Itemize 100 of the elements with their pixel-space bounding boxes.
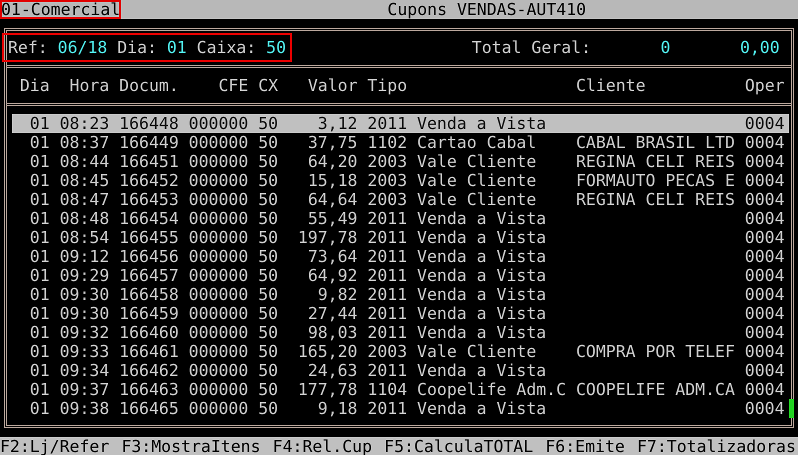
total-count: 0 (660, 38, 670, 57)
table-cell: 166457 (119, 266, 179, 285)
table-cell: 2011 (367, 361, 408, 380)
table-cell-text: Venda a Vista (417, 209, 548, 228)
table-cell: 01 (30, 399, 50, 418)
table-cell-text: Venda a Vista (417, 304, 548, 323)
table-row[interactable]: 01 09:34 166462 000000 50 24,63 2011 Venda a Vista 0004 (12, 361, 789, 380)
table-cell: 50 (258, 304, 278, 323)
table-cell: 01 (30, 152, 50, 171)
table-cell: 01 (30, 380, 50, 399)
table-row[interactable]: 01 09:33 166461 000000 50 165,20 2003 Vale Cliente COMPRA POR TELEF 0004 (12, 342, 789, 361)
table-row[interactable]: 01 08:48 166454 000000 50 55,49 2011 Venda a Vista 0004 (12, 209, 789, 228)
table-cell: 000000 (188, 304, 248, 323)
table-cell: 09:34 (60, 361, 110, 380)
table-cell: 01 (30, 266, 50, 285)
column-header: Valor (308, 76, 358, 95)
function-key[interactable]: F3:MostraItens (121, 437, 261, 455)
table-cell: 09:30 (60, 285, 110, 304)
table-row[interactable]: 01 09:29 166457 000000 50 64,92 2011 Venda a Vista 0004 (12, 266, 789, 285)
table-cell: 0004 (744, 228, 785, 247)
table-cell-text: 9,18 (316, 399, 358, 418)
table-cell: 0004 (744, 209, 785, 228)
table-cell: 01 (30, 323, 50, 342)
table-cell-text: Venda a Vista (417, 266, 548, 285)
table-cell: 09:12 (60, 247, 110, 266)
table-cell: 50 (258, 190, 278, 209)
module-label: 01-Comercial (0, 0, 122, 19)
table-row[interactable]: 01 09:30 166459 000000 50 27,44 2011 Venda a Vista 0004 (12, 304, 789, 323)
table-cell: 166455 (119, 228, 179, 247)
table-cell: 08:23 (60, 114, 110, 133)
table-cell: 000000 (188, 285, 248, 304)
table-cell: 166460 (119, 323, 179, 342)
table-row[interactable]: 01 09:30 166458 000000 50 9,82 2011 Venda a Vista 0004 (12, 285, 789, 304)
table-cell: 0004 (744, 399, 785, 418)
table-cell-text: Vale Cliente (417, 342, 538, 361)
table-cell-text: 177,78 (296, 380, 358, 399)
table-cell: 50 (258, 228, 278, 247)
function-key[interactable]: F5:CalculaTOTAL (384, 437, 534, 455)
table-cell: 166456 (119, 247, 179, 266)
table-cell: 0004 (744, 323, 785, 342)
table-cell: 2011 (367, 228, 408, 247)
table-cell: 0004 (744, 342, 785, 361)
table-cell-text: 9,82 (316, 285, 358, 304)
table-cell: 1104 (367, 380, 408, 399)
table-cell: 50 (258, 361, 278, 380)
table-cell: 08:44 (60, 152, 110, 171)
table-cell: CABAL BRASIL LTD (576, 133, 735, 152)
function-key[interactable]: F6:Emite (545, 437, 625, 455)
table-cell: 166451 (119, 152, 179, 171)
table-cell-text: Venda a Vista (417, 361, 548, 380)
table-cell: 50 (258, 171, 278, 190)
table-cell: 0004 (744, 114, 785, 133)
table-row[interactable]: 01 09:37 166463 000000 50 177,78 1104 Coopelife Adm.C COOPELIFE ADM.CA 0004 (12, 380, 789, 399)
table-cell: 50 (258, 114, 278, 133)
table-cell-text: Vale Cliente (417, 190, 538, 209)
table-cell: 50 (258, 266, 278, 285)
table-row[interactable]: 01 08:44 166451 000000 50 64,20 2003 Vale Cliente REGINA CELI REIS 0004 (12, 152, 789, 171)
table-row[interactable]: 01 08:23 166448 000000 50 3,12 2011 Venda a Vista 0004 (12, 114, 789, 133)
column-header: Cliente (576, 76, 646, 95)
table-cell: 2011 (367, 304, 408, 323)
table-row[interactable]: 01 08:37 166449 000000 50 37,75 1102 Cartao Cabal CABAL BRASIL LTD 0004 (12, 133, 789, 152)
table-cell: 2011 (367, 247, 408, 266)
table-cell: 01 (30, 133, 50, 152)
column-header: Oper (744, 76, 785, 95)
table-cell: 2011 (367, 209, 408, 228)
table-row[interactable]: 01 09:32 166460 000000 50 98,03 2011 Venda a Vista 0004 (12, 323, 789, 342)
table-cell: 01 (30, 114, 50, 133)
table-cell: 2003 (367, 152, 408, 171)
window-title: Cupons VENDAS-AUT410 (387, 0, 586, 19)
table-cell: 0004 (744, 152, 785, 171)
table-row[interactable]: 01 09:12 166456 000000 50 73,64 2011 Venda a Vista 0004 (12, 247, 789, 266)
table-cell: 000000 (188, 190, 248, 209)
table-cell: 2003 (367, 342, 408, 361)
table-cell: 2003 (367, 190, 408, 209)
table-cell: 09:33 (60, 342, 110, 361)
table-cell-text: Venda a Vista (417, 399, 548, 418)
table-cell-text: Venda a Vista (417, 285, 548, 304)
table-cell: 09:32 (60, 323, 110, 342)
table-cell-text: Vale Cliente (417, 171, 538, 190)
table-cell: 09:29 (60, 266, 110, 285)
table-cell-text: 64,92 (306, 266, 358, 285)
table-row[interactable]: 01 09:38 166465 000000 50 9,18 2011 Venda a Vista 0004 (12, 399, 789, 418)
table-cell: 09:38 (60, 399, 110, 418)
column-header: Dia (20, 76, 50, 95)
table-cell: 50 (258, 380, 278, 399)
day-value: 01 (166, 38, 187, 57)
table-cell: 01 (30, 209, 50, 228)
table-cell-text: 15,18 (306, 171, 358, 190)
table-cell: 01 (30, 190, 50, 209)
table-cell: 08:45 (60, 171, 110, 190)
table-cell: 0004 (744, 361, 785, 380)
cashier-label: Caixa: (196, 38, 256, 57)
table-cell-text: Venda a Vista (417, 228, 548, 247)
table-cell: 09:30 (60, 304, 110, 323)
function-key[interactable]: F7:Totalizadoras (636, 437, 796, 455)
table-row[interactable]: 01 08:54 166455 000000 50 197,78 2011 Venda a Vista 0004 (12, 228, 789, 247)
table-row[interactable]: 01 08:45 166452 000000 50 15,18 2003 Vale Cliente FORMAUTO PECAS E 0004 (12, 171, 789, 190)
table-row[interactable]: 01 08:47 166453 000000 50 64,64 2003 Vale Cliente REGINA CELI REIS 0004 (12, 190, 789, 209)
table-cell: COMPRA POR TELEF (576, 342, 735, 361)
table-cell: REGINA CELI REIS (576, 190, 735, 209)
